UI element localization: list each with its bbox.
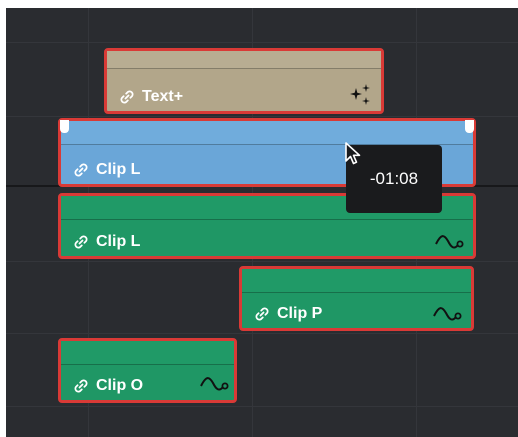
waveform-icon [433, 304, 463, 324]
link-icon [73, 378, 89, 394]
clip-p[interactable]: Clip P [239, 266, 474, 331]
waveform-icon [200, 374, 230, 394]
clip-o[interactable]: Clip O [58, 338, 237, 403]
clip-text-plus[interactable]: Text+ [104, 48, 384, 114]
clip-name: Clip O [96, 377, 144, 394]
waveform-icon [435, 232, 465, 252]
timeline-area[interactable]: Text+ Clip L Clip L Clip P Clip O -01:08 [6, 8, 518, 437]
clip-header-band [242, 269, 471, 293]
grid-line [6, 333, 518, 334]
clip-label: Text+ [119, 88, 183, 106]
clip-name: Text+ [142, 88, 184, 105]
link-icon [119, 89, 135, 105]
clip-label: Clip P [254, 305, 322, 323]
link-icon [254, 306, 270, 322]
link-icon [73, 234, 89, 250]
clip-header-band [61, 121, 473, 145]
clip-name: Clip L [96, 233, 141, 250]
grid-line [6, 116, 518, 117]
clip-header-band [61, 341, 234, 365]
trim-handle-left[interactable] [60, 120, 69, 133]
clip-label: Clip L [73, 161, 140, 179]
clip-label: Clip O [73, 377, 143, 395]
trim-handle-right[interactable] [465, 120, 474, 133]
link-icon [73, 162, 89, 178]
sparkles-icon [347, 83, 373, 107]
grid-line [6, 261, 518, 262]
clip-name: Clip P [277, 305, 323, 322]
offset-value: -01:08 [369, 169, 419, 188]
grid-line [6, 42, 518, 43]
clip-header-band [107, 51, 381, 69]
grid-line [6, 406, 518, 407]
mouse-pointer-icon [344, 141, 364, 172]
clip-label: Clip L [73, 233, 140, 251]
clip-name: Clip L [96, 161, 141, 178]
